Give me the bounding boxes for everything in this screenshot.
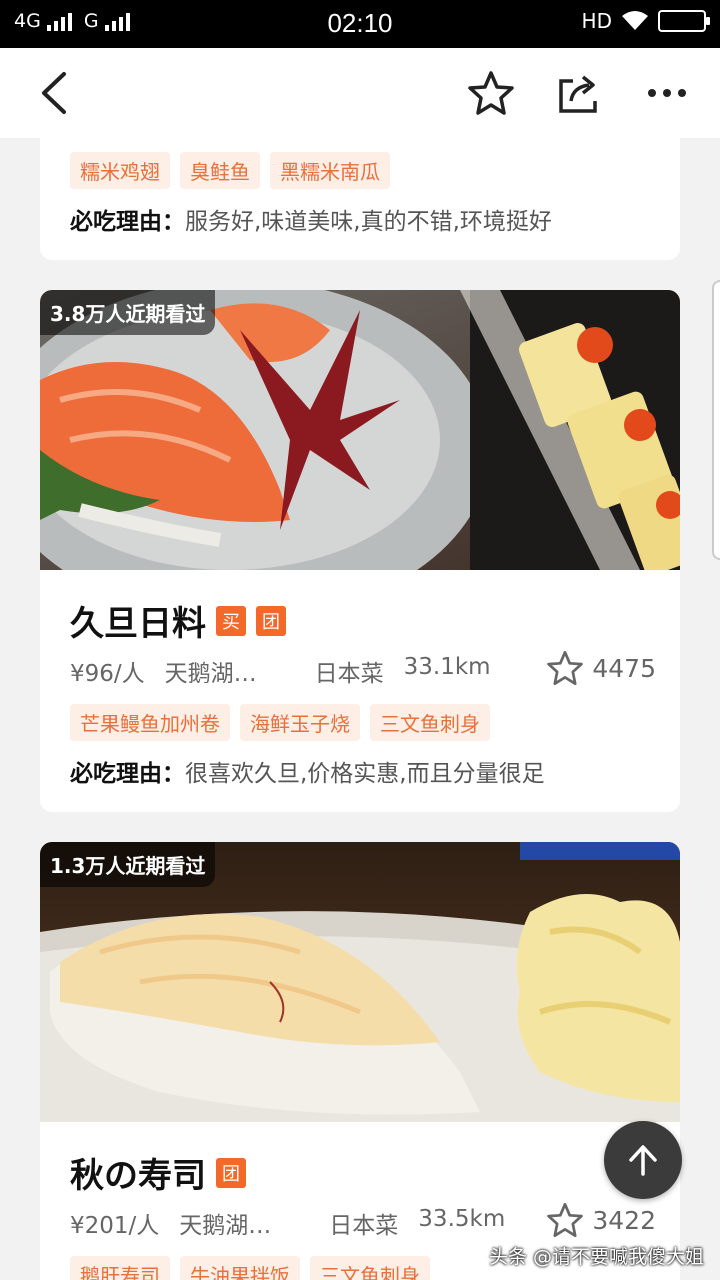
hd-label: HD <box>581 9 612 33</box>
more-horizontal-icon <box>648 89 686 97</box>
favorite-count[interactable]: 3422 <box>546 1202 656 1238</box>
favorite-button[interactable] <box>466 68 516 118</box>
reason-label: 必吃理由： <box>70 209 185 235</box>
distance: 33.1km <box>403 654 491 680</box>
restaurant-meta: ¥96/人 天鹅湖… 日本菜 33.1km <box>70 654 491 688</box>
dish-tag[interactable]: 臭鲑鱼 <box>180 152 260 189</box>
status-bar: 4G G 02:10 HD <box>0 0 720 48</box>
dish-tag[interactable]: 黑糯米南瓜 <box>270 152 390 189</box>
distance: 33.5km <box>418 1206 506 1232</box>
restaurant-card[interactable]: 1.3万人近期看过 秋の寿司 团 ¥201/人 天鹅湖… 日本菜 33.5km … <box>40 842 680 1280</box>
restaurant-meta: ¥201/人 天鹅湖… 日本菜 33.5km <box>70 1206 505 1240</box>
favorite-number: 4475 <box>592 653 656 683</box>
star-outline-icon <box>547 650 584 686</box>
title-row: 秋の寿司 团 <box>70 1148 246 1197</box>
price-per-person: ¥96/人 <box>70 661 145 687</box>
restaurant-card-previous[interactable]: 糯米鸡翅 臭鲑鱼 黑糯米南瓜 必吃理由：服务好,味道美味,真的不错,环境挺好 <box>40 130 680 260</box>
cuisine: 日本菜 <box>329 1213 399 1239</box>
restaurant-name[interactable]: 秋の寿司 <box>70 1148 206 1197</box>
chevron-left-icon <box>42 72 66 114</box>
restaurant-photo[interactable]: 3.8万人近期看过 <box>40 290 680 570</box>
back-to-top-button[interactable] <box>604 1121 682 1199</box>
dish-tags: 芒果鳗鱼加州卷 海鲜玉子烧 三文鱼刺身 <box>70 704 490 741</box>
title-row: 久旦日料 买 团 <box>70 596 286 645</box>
battery-icon <box>658 10 710 32</box>
share-icon <box>559 75 597 113</box>
dish-tag[interactable]: 三文鱼刺身 <box>370 704 490 741</box>
more-button[interactable] <box>642 68 692 118</box>
dish-tag[interactable]: 三文鱼刺身 <box>310 1256 430 1280</box>
side-edge-handle[interactable] <box>712 280 720 560</box>
restaurant-name[interactable]: 久旦日料 <box>70 596 206 645</box>
back-button[interactable] <box>36 70 76 116</box>
dish-tag[interactable]: 牛油果拌饭 <box>180 1256 300 1280</box>
must-eat-reason: 必吃理由：服务好,味道美味,真的不错,环境挺好 <box>70 202 552 236</box>
nav-bar <box>0 48 720 138</box>
dish-tag[interactable]: 海鲜玉子烧 <box>240 704 360 741</box>
dish-tag[interactable]: 鹅肝寿司 <box>70 1256 170 1280</box>
price-per-person: ¥201/人 <box>70 1213 160 1239</box>
system-icons: HD <box>581 9 710 33</box>
dish-tag[interactable]: 芒果鳗鱼加州卷 <box>70 704 230 741</box>
wifi-icon <box>622 11 648 30</box>
arrow-up-icon <box>629 1145 657 1176</box>
favorite-count[interactable]: 4475 <box>546 650 656 686</box>
area: 天鹅湖… <box>164 661 257 687</box>
star-outline-icon <box>547 1202 584 1238</box>
dish-tag[interactable]: 糯米鸡翅 <box>70 152 170 189</box>
star-outline-icon <box>468 71 514 115</box>
buy-badge: 买 <box>216 605 246 636</box>
share-button[interactable] <box>554 68 604 118</box>
reason-label: 必吃理由： <box>70 761 185 787</box>
group-deal-badge: 团 <box>216 1157 246 1188</box>
favorite-number: 3422 <box>592 1205 656 1235</box>
cuisine: 日本菜 <box>314 661 384 687</box>
restaurant-card[interactable]: 3.8万人近期看过 久旦日料 买 团 ¥96/人 天鹅湖… 日本菜 33.1km… <box>40 290 680 812</box>
watermark: 头条 @请不要喊我傻大姐 <box>488 1246 704 1268</box>
dish-tags: 糯米鸡翅 臭鲑鱼 黑糯米南瓜 <box>70 152 390 189</box>
recent-views-badge: 3.8万人近期看过 <box>40 290 216 335</box>
restaurant-photo[interactable]: 1.3万人近期看过 <box>40 842 680 1122</box>
must-eat-reason: 必吃理由：很喜欢久旦,价格实惠,而且分量很足 <box>70 754 545 788</box>
group-deal-badge: 团 <box>256 605 286 636</box>
recent-views-badge: 1.3万人近期看过 <box>40 842 216 887</box>
reason-text: 服务好,味道美味,真的不错,环境挺好 <box>185 209 552 235</box>
dish-tags: 鹅肝寿司 牛油果拌饭 三文鱼刺身 <box>70 1256 430 1280</box>
area: 天鹅湖… <box>179 1213 272 1239</box>
reason-text: 很喜欢久旦,价格实惠,而且分量很足 <box>185 761 545 787</box>
